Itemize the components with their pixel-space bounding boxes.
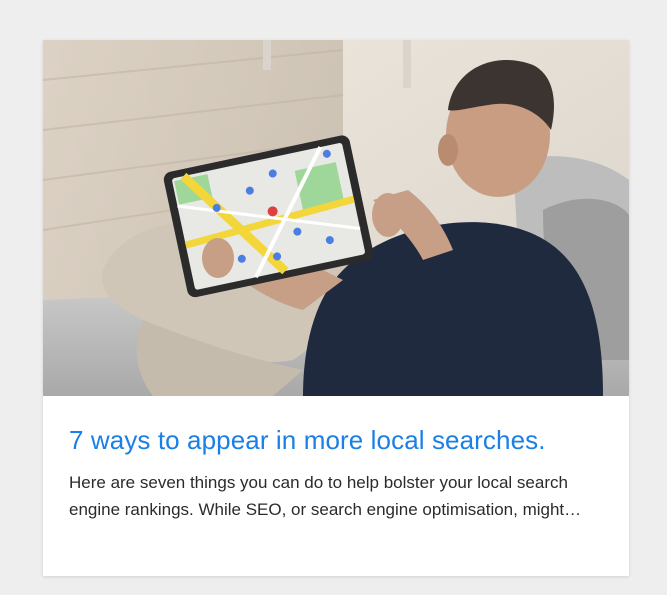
page: 7 ways to appear in more local searches.… bbox=[0, 0, 667, 595]
post-content: 7 ways to appear in more local searches.… bbox=[43, 396, 629, 523]
blog-post-card[interactable]: 7 ways to appear in more local searches.… bbox=[43, 40, 629, 576]
post-excerpt: Here are seven things you can do to help… bbox=[69, 473, 582, 519]
photo-man-holding-tablet-with-map-icon bbox=[43, 40, 629, 396]
post-hero-image[interactable] bbox=[43, 40, 629, 396]
post-title-link[interactable]: 7 ways to appear in more local searches. bbox=[69, 424, 603, 456]
